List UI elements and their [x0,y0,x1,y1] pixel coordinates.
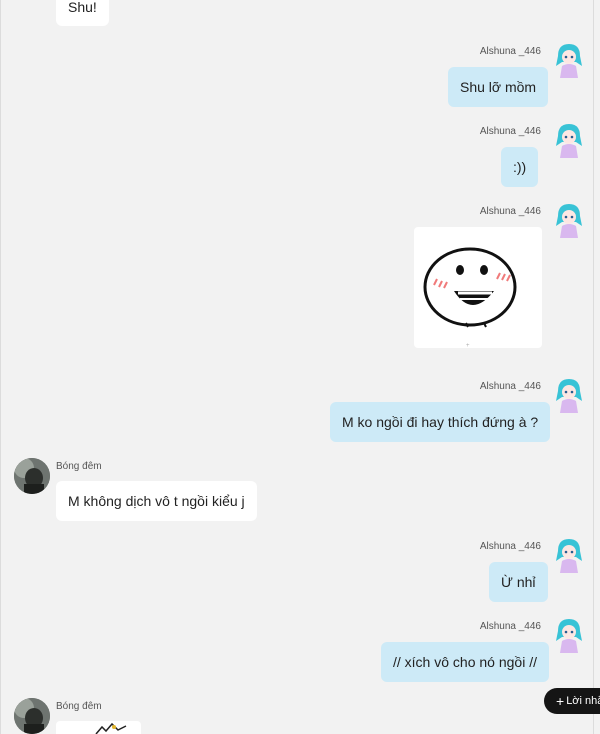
image-message-partial[interactable] [56,721,141,734]
sender-avatar[interactable] [554,537,584,573]
message-bubble-incoming[interactable]: M không dịch vô t ngồi kiểu j [56,481,257,521]
sender-name: Alshuna _446 [479,206,541,217]
sender-name: Alshuna _446 [479,381,541,392]
sender-avatar[interactable] [554,617,584,653]
reply-button[interactable]: + Lời nhắn [544,688,600,714]
sender-name: Alshuna _446 [479,621,541,632]
sender-name: Alshuna _446 [479,541,541,552]
anime-avatar-icon [556,44,582,78]
anime-avatar-icon [556,204,582,238]
plus-icon: + [556,693,565,709]
portrait-avatar-icon [14,458,50,494]
sender-avatar[interactable] [554,377,584,413]
message-bubble-outgoing[interactable]: Ừ nhỉ [489,562,548,602]
sticker-image-message[interactable]: + [414,227,542,349]
message-bubble-incoming[interactable]: Shu! [56,0,109,26]
reply-button-label: Lời nhắn [566,695,600,707]
sender-avatar[interactable] [554,202,584,238]
sender-avatar[interactable] [14,458,50,494]
anime-avatar-icon [556,539,582,573]
svg-text:+: + [466,343,470,348]
sender-avatar[interactable] [554,42,584,78]
message-bubble-outgoing[interactable]: Shu lỡ mồm [448,67,549,107]
message-bubble-outgoing[interactable]: :)) [501,147,539,187]
message-bubble-outgoing[interactable]: M ko ngồi đi hay thích đứng à ? [330,402,551,442]
anime-avatar-icon [556,379,582,413]
sender-avatar[interactable] [554,122,584,158]
sender-name: Bóng đêm [56,701,102,712]
sender-name: Alshuna _446 [479,46,541,57]
anime-avatar-icon [556,124,582,158]
smiley-sticker-icon: + [423,247,517,349]
sender-name: Alshuna _446 [479,126,541,137]
sender-avatar[interactable] [14,698,50,734]
sender-name: Bóng đêm [56,461,102,472]
anime-avatar-icon [556,619,582,653]
portrait-avatar-icon [14,698,50,734]
chat-window: Shu! Alshuna _446 Shu lỡ mồm Alshuna _44… [0,0,594,734]
partial-image-icon [95,722,127,734]
message-bubble-outgoing[interactable]: // xích vô cho nó ngồi // [381,642,549,682]
